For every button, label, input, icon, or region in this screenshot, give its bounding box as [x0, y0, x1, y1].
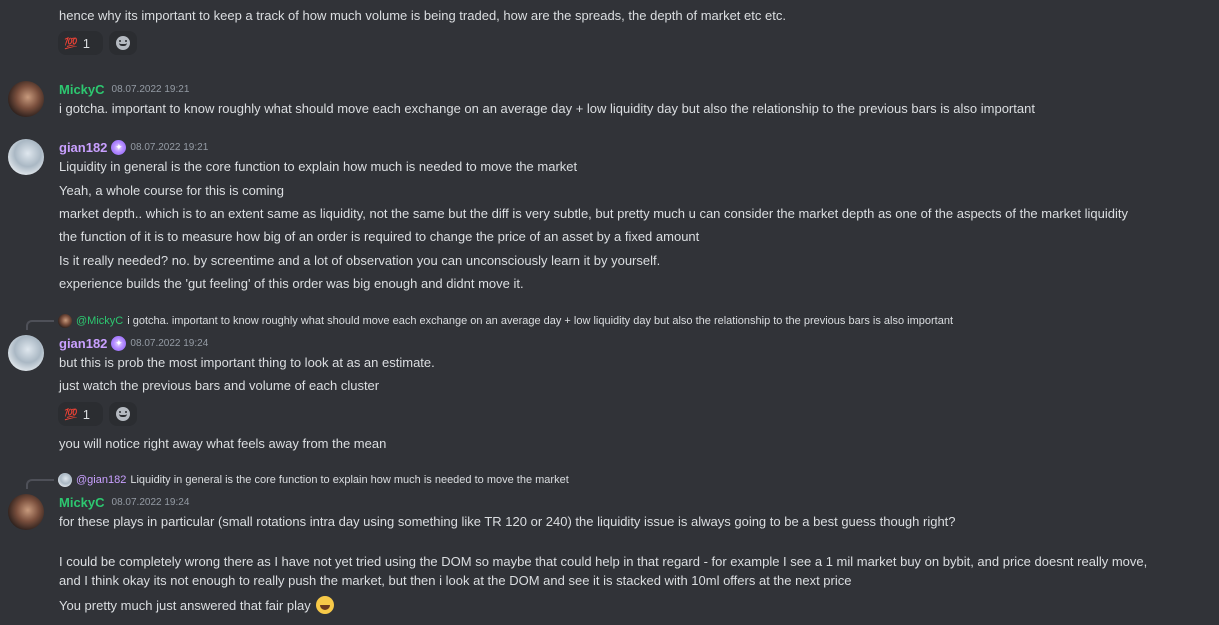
reply-mention[interactable]: @gian182 — [76, 474, 126, 486]
reply-preview[interactable]: @gian182 Liquidity in general is the cor… — [58, 472, 569, 488]
avatar[interactable] — [8, 335, 44, 371]
reaction-100[interactable]: 💯 1 — [58, 402, 103, 426]
smiley-icon — [116, 407, 130, 421]
message-line: but this is prob the most important thin… — [59, 355, 435, 370]
message-text: You pretty much just answered that fair … — [59, 598, 311, 613]
message-line: Is it really needed? no. by screentime a… — [59, 253, 661, 268]
nitro-badge-icon: ✦ — [111, 335, 127, 351]
message-line: Yeah, a whole course for this is coming — [59, 183, 284, 198]
username[interactable]: MickyC — [59, 82, 105, 97]
message-line: experience builds the 'gut feeling' of t… — [59, 276, 524, 291]
hundred-emoji-icon: 💯 — [64, 37, 78, 50]
chat-messages: hence why its important to keep a track … — [0, 0, 1219, 625]
timestamp: 08.07.2022 19:21 — [130, 141, 209, 153]
avatar[interactable] — [8, 139, 44, 175]
reply-avatar — [58, 314, 72, 328]
message-header: gian182 ✦ 08.07.2022 19:24 — [59, 334, 208, 352]
message-line: the function of it is to measure how big… — [59, 229, 700, 244]
message-header: gian182 ✦ 08.07.2022 19:21 — [59, 138, 208, 156]
reply-mention[interactable]: @MickyC — [76, 315, 123, 327]
nitro-badge-icon: ✦ — [111, 139, 127, 155]
username[interactable]: MickyC — [59, 495, 105, 510]
message-line: market depth.. which is to an extent sam… — [59, 206, 1128, 221]
reply-avatar — [58, 473, 72, 487]
reply-preview[interactable]: @MickyC i gotcha. important to know roug… — [58, 313, 953, 329]
timestamp: 08.07.2022 19:21 — [111, 83, 190, 95]
add-reaction-button[interactable] — [109, 31, 137, 55]
add-reaction-button[interactable] — [109, 402, 137, 426]
message-line: i gotcha. important to know roughly what… — [59, 101, 1035, 116]
username[interactable]: gian182 — [59, 336, 107, 351]
message-line: you will notice right away what feels aw… — [59, 436, 387, 451]
avatar[interactable] — [8, 494, 44, 530]
message-line: hence why its important to keep a track … — [59, 8, 786, 23]
hundred-emoji-icon: 💯 — [64, 408, 78, 421]
message-line: You pretty much just answered that fair … — [59, 596, 335, 615]
avatar[interactable] — [8, 81, 44, 117]
reply-connector — [26, 320, 54, 330]
message-header: MickyC 08.07.2022 19:21 — [59, 80, 189, 98]
message-line: for these plays in particular (small rot… — [59, 514, 956, 529]
timestamp: 08.07.2022 19:24 — [130, 337, 209, 349]
reaction-count: 1 — [82, 406, 90, 422]
timestamp: 08.07.2022 19:24 — [111, 496, 190, 508]
message-line: and I think okay its not enough to reall… — [59, 573, 852, 588]
reaction-count: 1 — [82, 35, 90, 51]
smiley-icon — [116, 36, 130, 50]
reply-text[interactable]: i gotcha. important to know roughly what… — [127, 315, 953, 327]
reaction-100[interactable]: 💯 1 — [58, 31, 103, 55]
reply-text[interactable]: Liquidity in general is the core functio… — [130, 474, 568, 486]
message-header: MickyC 08.07.2022 19:24 — [59, 493, 189, 511]
username[interactable]: gian182 — [59, 140, 107, 155]
message-line: Liquidity in general is the core functio… — [59, 159, 578, 174]
message-line: I could be completely wrong there as I h… — [59, 554, 1148, 569]
message-line: just watch the previous bars and volume … — [59, 378, 380, 393]
reply-connector — [26, 479, 54, 489]
laughing-tears-icon — [316, 596, 335, 614]
